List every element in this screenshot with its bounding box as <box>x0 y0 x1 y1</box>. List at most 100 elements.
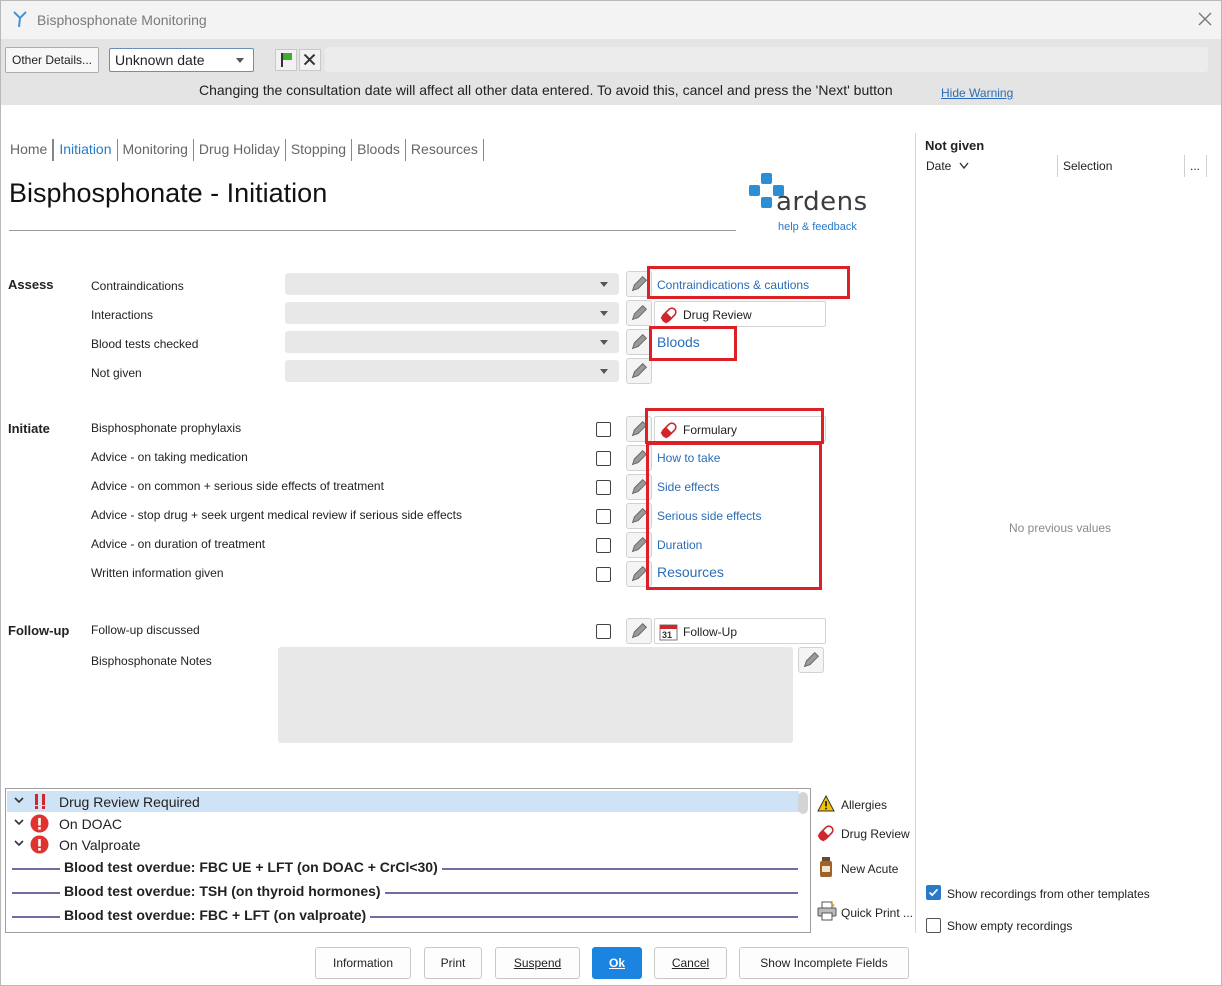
section-initiate-heading: Initiate <box>8 421 50 436</box>
written-information-checkbox[interactable] <box>596 567 611 582</box>
show-incomplete-fields-button[interactable]: Show Incomplete Fields <box>739 947 909 979</box>
ardens-logo-text: ardens <box>776 187 868 217</box>
date-column-label: Date <box>926 159 952 173</box>
close-icon[interactable] <box>1193 7 1217 31</box>
tab-monitoring[interactable]: Monitoring <box>118 139 194 161</box>
tab-resources[interactable]: Resources <box>406 139 484 161</box>
interactions-dropdown[interactable] <box>285 302 619 324</box>
followup-discussed-checkbox[interactable] <box>596 624 611 639</box>
bisphosphonate-prophylaxis-label: Bisphosphonate prophylaxis <box>91 421 242 435</box>
column-separator <box>1057 155 1058 177</box>
more-column-header[interactable]: ... <box>1190 159 1200 173</box>
show-empty-recordings-label: Show empty recordings <box>947 919 1073 933</box>
pencil-icon[interactable] <box>626 358 652 384</box>
tab-stopping[interactable]: Stopping <box>286 139 353 161</box>
side-effects-link[interactable]: Side effects <box>657 480 719 494</box>
flag-icon[interactable] <box>275 49 297 71</box>
cancel-label: Cancel <box>671 956 710 970</box>
followup-button[interactable]: 31 Follow-Up <box>654 618 826 644</box>
show-other-templates-checkbox[interactable] <box>926 885 941 900</box>
help-feedback-link[interactable]: help & feedback <box>778 221 857 233</box>
blood-test-overdue-row: Blood test overdue: FBC + LFT (on valpro… <box>12 906 798 926</box>
no-previous-values-text: No previous values <box>1009 521 1112 535</box>
alert-drug-review-required[interactable]: Drug Review Required <box>7 791 799 812</box>
cancel-button[interactable]: Cancel <box>654 947 727 979</box>
contraindications-dropdown[interactable] <box>285 273 619 295</box>
advice-taking-medication-checkbox[interactable] <box>596 451 611 466</box>
pencil-icon[interactable] <box>626 416 652 442</box>
tab-home[interactable]: Home <box>5 139 54 161</box>
consultation-date-select[interactable]: Unknown date <box>109 48 254 72</box>
pencil-icon[interactable] <box>626 532 652 558</box>
how-to-take-link[interactable]: How to take <box>657 451 720 465</box>
pencil-icon[interactable] <box>626 474 652 500</box>
show-other-templates-label: Show recordings from other templates <box>947 887 1150 901</box>
hide-warning-link[interactable]: Hide Warning <box>941 86 1013 100</box>
quick-print-label: Quick Print ... <box>841 906 914 920</box>
alert-on-doac[interactable]: On DOAC <box>7 813 799 834</box>
pencil-icon[interactable] <box>626 300 652 326</box>
serious-side-effects-link[interactable]: Serious side effects <box>657 509 762 523</box>
blood-test-overdue-label: Blood test overdue: TSH (on thyroid horm… <box>60 883 385 899</box>
resources-link[interactable]: Resources <box>657 564 724 580</box>
chevron-down-icon <box>959 162 969 170</box>
tab-initiation[interactable]: Initiation <box>53 139 118 161</box>
bloods-link[interactable]: Bloods <box>657 334 700 350</box>
advice-side-effects-checkbox[interactable] <box>596 480 611 495</box>
contraindications-label: Contraindications <box>91 279 184 293</box>
tab-bloods[interactable]: Bloods <box>352 139 406 161</box>
date-select-value: Unknown date <box>115 52 205 68</box>
clear-date-icon[interactable] <box>299 49 321 71</box>
app-logo-icon <box>13 11 27 28</box>
formulary-button[interactable]: Formulary <box>654 416 826 442</box>
quick-print-button[interactable]: Quick Print ... <box>813 899 915 927</box>
chevron-down-icon <box>600 282 608 287</box>
drug-review-button[interactable]: Drug Review <box>654 301 826 327</box>
information-button[interactable]: Information <box>315 947 411 979</box>
side-drug-review-button[interactable]: Drug Review <box>813 822 915 846</box>
selection-column-header[interactable]: Selection <box>1063 159 1112 173</box>
blood-tests-checked-dropdown[interactable] <box>285 331 619 353</box>
advice-duration-checkbox[interactable] <box>596 538 611 553</box>
blood-tests-checked-label: Blood tests checked <box>91 337 199 351</box>
pill-icon <box>817 825 834 842</box>
date-column-header[interactable]: Date <box>926 159 969 173</box>
advice-stop-drug-checkbox[interactable] <box>596 509 611 524</box>
section-followup-heading: Follow-up <box>8 623 70 638</box>
pencil-icon[interactable] <box>626 445 652 471</box>
duration-link[interactable]: Duration <box>657 538 702 552</box>
print-button[interactable]: Print <box>424 947 482 979</box>
allergies-button[interactable]: Allergies <box>813 793 915 817</box>
suspend-button[interactable]: Suspend <box>495 947 580 979</box>
show-empty-recordings-checkbox[interactable] <box>926 918 941 933</box>
pencil-icon[interactable] <box>626 503 652 529</box>
pencil-icon[interactable] <box>626 618 652 644</box>
alert-circle-icon <box>30 835 49 854</box>
contraindications-cautions-link[interactable]: Contraindications & cautions <box>657 278 809 292</box>
pill-icon <box>660 307 677 324</box>
section-assess-heading: Assess <box>8 277 54 292</box>
checkmark-icon <box>928 888 939 897</box>
new-acute-button[interactable]: New Acute <box>813 854 915 884</box>
chevron-down-icon <box>14 840 24 847</box>
page-title: Bisphosphonate - Initiation <box>9 178 328 208</box>
pencil-icon[interactable] <box>626 271 652 297</box>
pencil-icon[interactable] <box>798 647 824 673</box>
bisphosphonate-notes-textarea[interactable] <box>278 647 793 743</box>
ok-button[interactable]: Ok <box>592 947 642 979</box>
tab-drug-holiday[interactable]: Drug Holiday <box>194 139 286 161</box>
pencil-icon[interactable] <box>626 329 652 355</box>
blood-test-overdue-row: Blood test overdue: FBC UE + LFT (on DOA… <box>12 858 798 878</box>
alert-on-valproate[interactable]: On Valproate <box>7 834 799 855</box>
blood-test-overdue-label: Blood test overdue: FBC UE + LFT (on DOA… <box>60 859 442 875</box>
content-area-top <box>3 105 1219 133</box>
chevron-down-icon <box>600 369 608 374</box>
bisphosphonate-prophylaxis-checkbox[interactable] <box>596 422 611 437</box>
other-details-button[interactable]: Other Details... <box>5 47 99 73</box>
alert-label: On DOAC <box>59 816 123 832</box>
pencil-icon[interactable] <box>626 561 652 587</box>
alerts-scrollbar[interactable] <box>798 792 808 814</box>
history-panel-title: Not given <box>925 138 985 153</box>
not-given-dropdown[interactable] <box>285 360 619 382</box>
followup-discussed-label: Follow-up discussed <box>91 623 200 637</box>
